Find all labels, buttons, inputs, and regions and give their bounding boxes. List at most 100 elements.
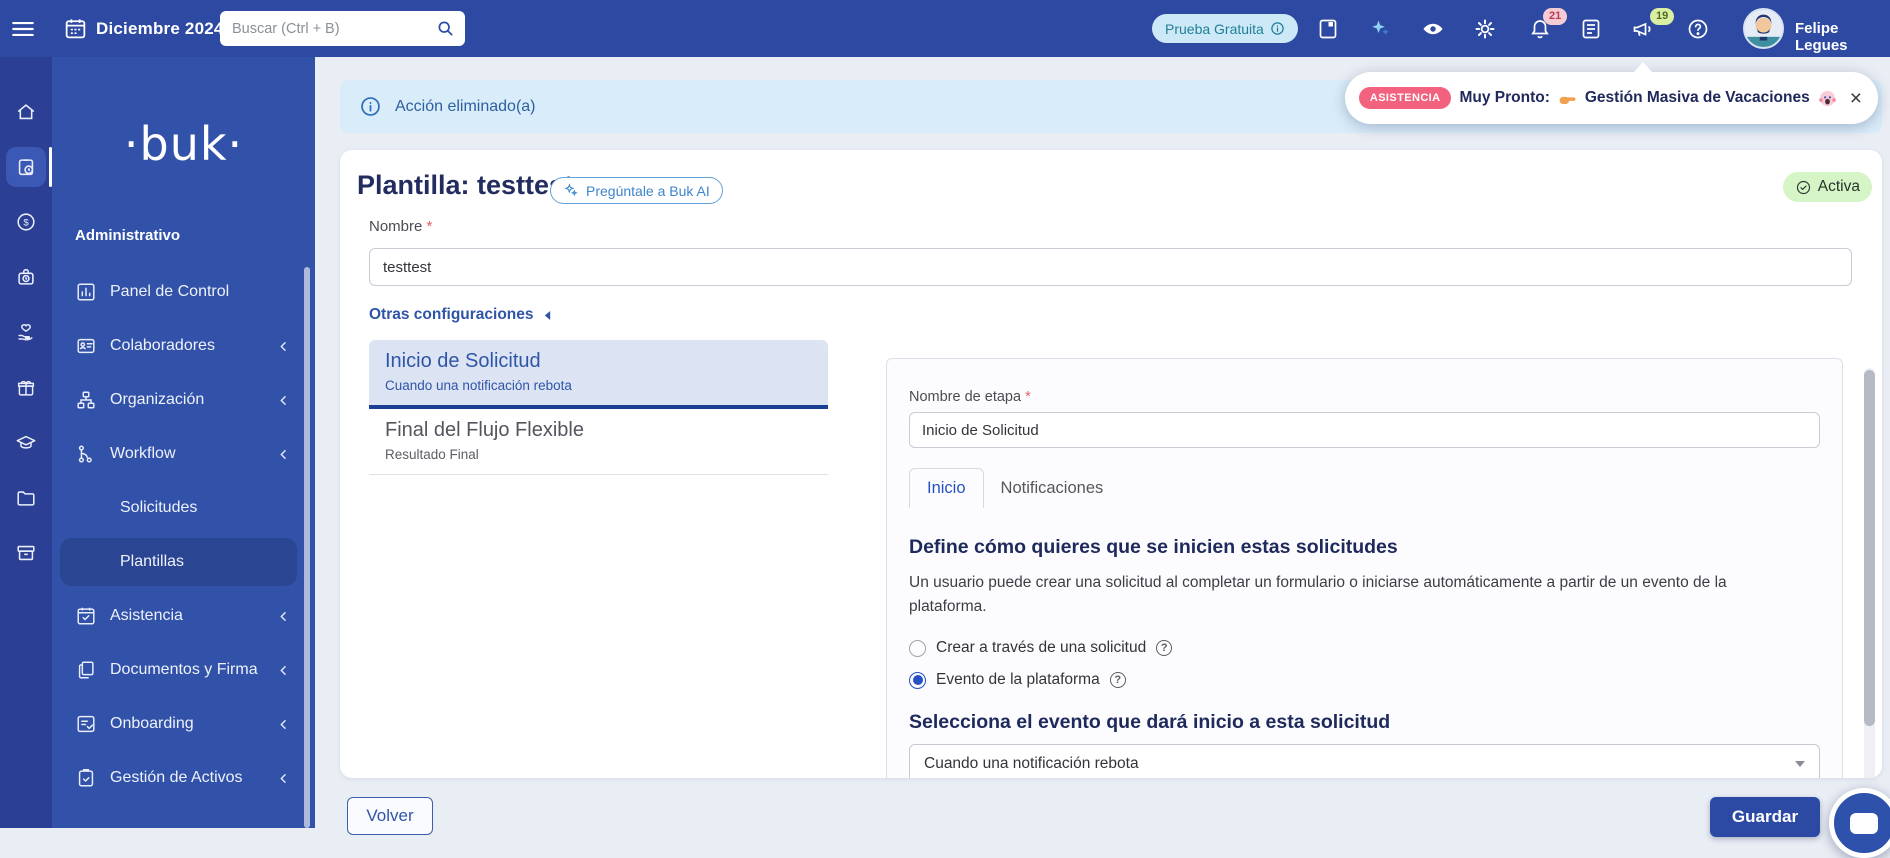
sidebar-item-onboarding[interactable]: Onboarding bbox=[52, 697, 315, 751]
sidebar-item-colaboradores[interactable]: Colaboradores bbox=[52, 319, 315, 373]
trial-badge[interactable]: Prueba Gratuita bbox=[1152, 14, 1298, 43]
help-button[interactable] bbox=[1686, 17, 1710, 41]
sidebar-menu: Panel de Control Colaboradores Organizac… bbox=[52, 265, 315, 805]
card-scrollbar-thumb[interactable] bbox=[1864, 370, 1875, 726]
sidebar-item-solicitudes[interactable]: Solicitudes bbox=[52, 481, 315, 535]
event-select[interactable]: Cuando una notificación rebota bbox=[909, 744, 1820, 778]
event-section-title: Selecciona el evento que dará inicio a e… bbox=[909, 711, 1391, 734]
search-input[interactable] bbox=[220, 11, 465, 46]
radio-checked-icon bbox=[909, 671, 926, 689]
chat-bubble-icon bbox=[1850, 812, 1878, 834]
radio-option-label: Evento de la plataforma bbox=[936, 671, 1100, 689]
collapse-triangle-icon bbox=[544, 310, 550, 320]
stage-subtitle: Cuando una notificación rebota bbox=[385, 378, 572, 393]
other-config-toggle[interactable]: Otras configuraciones bbox=[369, 306, 552, 324]
rail-item-hand-heart[interactable] bbox=[6, 312, 46, 352]
sidebar-item-workflow[interactable]: Workflow bbox=[52, 427, 315, 481]
radio-option-solicitud[interactable]: Crear a través de una solicitud ? bbox=[909, 639, 1820, 657]
news-button[interactable] bbox=[1579, 17, 1603, 41]
rail-item-dollar[interactable]: $ bbox=[6, 202, 46, 242]
sidebar-item-label: Workflow bbox=[110, 445, 176, 462]
period-selector[interactable] bbox=[63, 16, 88, 41]
help-tooltip-icon[interactable]: ? bbox=[1156, 640, 1173, 657]
trial-badge-label: Prueba Gratuita bbox=[1165, 20, 1264, 37]
sidebar-item-panel-de-control[interactable]: Panel de Control bbox=[52, 265, 315, 319]
radio-option-label: Crear a través de una solicitud bbox=[936, 639, 1147, 657]
radio-option-evento[interactable]: Evento de la plataforma ? bbox=[909, 671, 1820, 689]
sidebar-item-label: Solicitudes bbox=[120, 499, 198, 516]
document-lines-icon bbox=[1582, 19, 1600, 39]
stage-list: Inicio de Solicitud Cuando una notificac… bbox=[369, 340, 828, 475]
buk-logo[interactable]: ·buk· bbox=[52, 117, 315, 171]
eye-icon bbox=[1423, 23, 1443, 35]
sidebar-item-label: Colaboradores bbox=[110, 337, 215, 354]
radio-unchecked-icon bbox=[909, 639, 926, 657]
journal-button[interactable] bbox=[1316, 17, 1340, 41]
global-search bbox=[220, 11, 465, 46]
rail-item-folder[interactable] bbox=[6, 478, 46, 518]
announcement-toast: ASISTENCIA Muy Pronto: Gestión Masiva de… bbox=[1344, 62, 1878, 124]
avatar-illustration bbox=[1745, 10, 1782, 47]
search-icon[interactable] bbox=[435, 18, 456, 39]
onboarding-form-icon bbox=[77, 715, 95, 733]
svg-text:$: $ bbox=[23, 217, 29, 228]
chevron-left-icon bbox=[280, 341, 286, 351]
stage-name-label: Nombre de etapa * bbox=[909, 389, 1820, 405]
stage-item-inicio[interactable]: Inicio de Solicitud Cuando una notificac… bbox=[369, 340, 828, 409]
stage-name-label-text: Nombre de etapa bbox=[909, 389, 1022, 405]
stage-name-input[interactable] bbox=[909, 412, 1820, 448]
tab-notificaciones[interactable]: Notificaciones bbox=[984, 469, 1121, 508]
user-avatar[interactable] bbox=[1743, 8, 1784, 49]
chevron-left-icon bbox=[280, 665, 286, 675]
sidebar-scrollbar[interactable] bbox=[304, 267, 310, 828]
back-button[interactable]: Volver bbox=[347, 797, 433, 835]
rail-item-bag-clock[interactable] bbox=[6, 257, 46, 297]
rail-item-gift[interactable] bbox=[6, 368, 46, 408]
ask-buk-ai-label: Pregúntale a Buk AI bbox=[586, 182, 710, 199]
calendar-check-icon bbox=[77, 607, 95, 625]
save-button[interactable]: Guardar bbox=[1710, 797, 1820, 837]
tab-inicio[interactable]: Inicio bbox=[909, 468, 984, 508]
rail-item-clipboard-clock[interactable] bbox=[6, 147, 46, 187]
announcements-count-badge: 19 bbox=[1650, 8, 1675, 26]
question-circle-icon bbox=[1688, 19, 1708, 39]
sidebar-item-plantillas[interactable]: Plantillas bbox=[60, 538, 297, 586]
buk-ai-button[interactable] bbox=[1368, 17, 1392, 41]
toast-close-icon[interactable]: × bbox=[1850, 88, 1862, 109]
chevron-left-icon bbox=[280, 611, 286, 621]
sidebar-item-label: Documentos y Firma bbox=[110, 661, 258, 678]
settings-button[interactable] bbox=[1473, 17, 1497, 41]
period-label[interactable]: Diciembre 2024 bbox=[96, 19, 224, 39]
org-chart-icon bbox=[77, 391, 95, 409]
calendar-icon bbox=[65, 19, 86, 39]
chevron-left-icon bbox=[280, 719, 286, 729]
template-name-input[interactable] bbox=[369, 248, 1852, 286]
name-label-text: Nombre bbox=[369, 218, 423, 235]
help-tooltip-icon[interactable]: ? bbox=[1109, 672, 1126, 689]
ask-buk-ai-button[interactable]: Pregúntale a Buk AI bbox=[550, 177, 723, 204]
chat-widget-button[interactable] bbox=[1829, 788, 1890, 858]
sidebar-item-documentos-y-firma[interactable]: Documentos y Firma bbox=[52, 643, 315, 697]
required-marker: * bbox=[426, 218, 433, 235]
sidebar-item-organizacion[interactable]: Organización bbox=[52, 373, 315, 427]
toast-badge: ASISTENCIA bbox=[1358, 87, 1452, 109]
sidebar-item-label: Asistencia bbox=[110, 607, 183, 624]
sidebar: ·buk· Administrativo Panel de Control Co… bbox=[52, 57, 315, 828]
toast-highlight: Gestión Masiva de Vacaciones bbox=[1584, 89, 1810, 106]
sidebar-item-gestion-de-activos[interactable]: Gestión de Activos bbox=[52, 751, 315, 805]
stage-item-final[interactable]: Final del Flujo Flexible Resultado Final bbox=[369, 409, 828, 475]
chevron-left-icon bbox=[280, 449, 286, 459]
rail-item-archive[interactable] bbox=[6, 533, 46, 573]
sidebar-item-label: Plantillas bbox=[120, 553, 185, 570]
event-select-value: Cuando una notificación rebota bbox=[924, 755, 1139, 773]
clipboard-clock-icon bbox=[18, 159, 34, 176]
hamburger-menu-button[interactable] bbox=[10, 16, 36, 42]
sidebar-item-label: Onboarding bbox=[110, 715, 194, 732]
sidebar-item-asistencia[interactable]: Asistencia bbox=[52, 589, 315, 643]
rail-item-home[interactable] bbox=[6, 92, 46, 132]
user-name[interactable]: Felipe Legues bbox=[1795, 20, 1890, 54]
page-title: Plantilla: testtest bbox=[357, 170, 574, 200]
preview-button[interactable] bbox=[1421, 17, 1445, 41]
rail-item-graduation-cap[interactable] bbox=[6, 423, 46, 463]
dollar-circle-icon: $ bbox=[17, 213, 35, 231]
